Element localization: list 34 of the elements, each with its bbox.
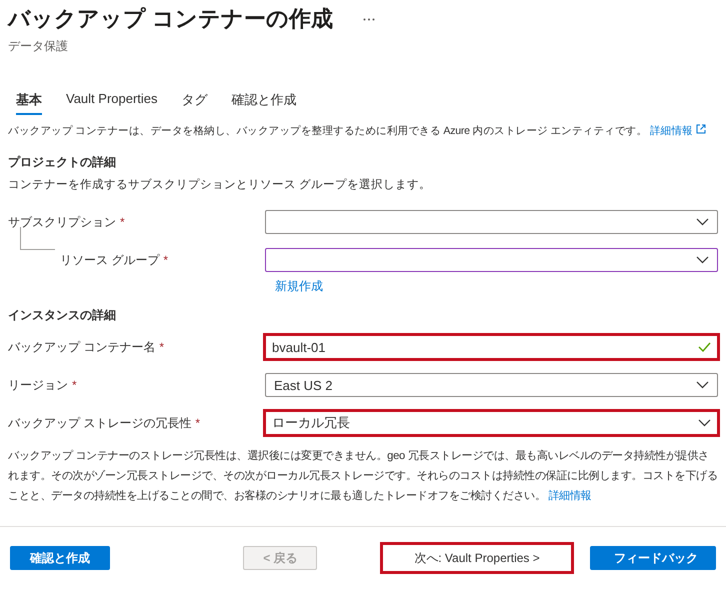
- redundancy-note: バックアップ コンテナーのストレージ冗長性は、選択後には変更できません。geo 冗長ストレージでは、最も高いレベルのデータ持続性が提供されます。その次がゾーン冗長ストレージで、その次がローカル冗長ストレージです。それらのコストは持続性の保証に比例します。コストを下げることと、データの持続性を上げることの間で、お客様のシナリオに最も適したトレードオフをご検討ください。 詳細情報: [8, 448, 718, 504]
- dropdown-field[interactable]: [265, 248, 718, 272]
- field-label: リソース グループ *: [60, 252, 168, 268]
- dropdown-field[interactable]: East US 2: [265, 373, 718, 397]
- input-field[interactable]: bvault-01: [263, 333, 720, 361]
- tab[interactable]: タグ: [182, 91, 208, 115]
- chevron-down-icon: [698, 419, 711, 427]
- dropdown-field[interactable]: ローカル冗長: [263, 409, 720, 437]
- tab[interactable]: 確認と作成: [232, 91, 297, 115]
- chevron-down-icon: [696, 381, 709, 389]
- tab[interactable]: Vault Properties: [66, 91, 158, 115]
- chevron-down-icon: [696, 218, 709, 226]
- field-label: バックアップ コンテナー名 *: [8, 338, 164, 356]
- feedback-button[interactable]: フィードバック: [590, 546, 716, 570]
- create-new-link[interactable]: 新規作成: [275, 278, 323, 294]
- tree-line: [20, 227, 55, 250]
- page-title: バックアップ コンテナーの作成: [8, 5, 334, 33]
- more-icon[interactable]: [363, 18, 376, 20]
- intro-text: バックアップ コンテナーは、データを格納し、バックアップを整理するために利用できる Azure 内のストレージ エンティティです。 詳細情報: [8, 121, 718, 141]
- chevron-down-icon: [696, 256, 709, 264]
- next-button[interactable]: 次へ: Vault Properties >: [380, 542, 574, 574]
- dropdown-field[interactable]: [265, 210, 718, 234]
- learn-more-link[interactable]: 詳細情報: [650, 125, 693, 137]
- learn-more-link[interactable]: 詳細情報: [548, 490, 592, 502]
- page-subtitle: データ保護: [8, 38, 69, 55]
- field-label: サブスクリプション *: [8, 214, 125, 230]
- field-label: バックアップ ストレージの冗長性 *: [8, 414, 200, 432]
- section-heading: インスタンスの詳細: [8, 307, 117, 324]
- tab[interactable]: 基本: [16, 91, 42, 115]
- review-create-button[interactable]: 確認と作成: [10, 546, 110, 570]
- section-heading: プロジェクトの詳細: [8, 154, 117, 171]
- section-description: コンテナーを作成するサブスクリプションとリソース グループを選択します。: [8, 177, 432, 193]
- external-link-icon: [696, 124, 706, 134]
- field-label: リージョン *: [8, 376, 77, 394]
